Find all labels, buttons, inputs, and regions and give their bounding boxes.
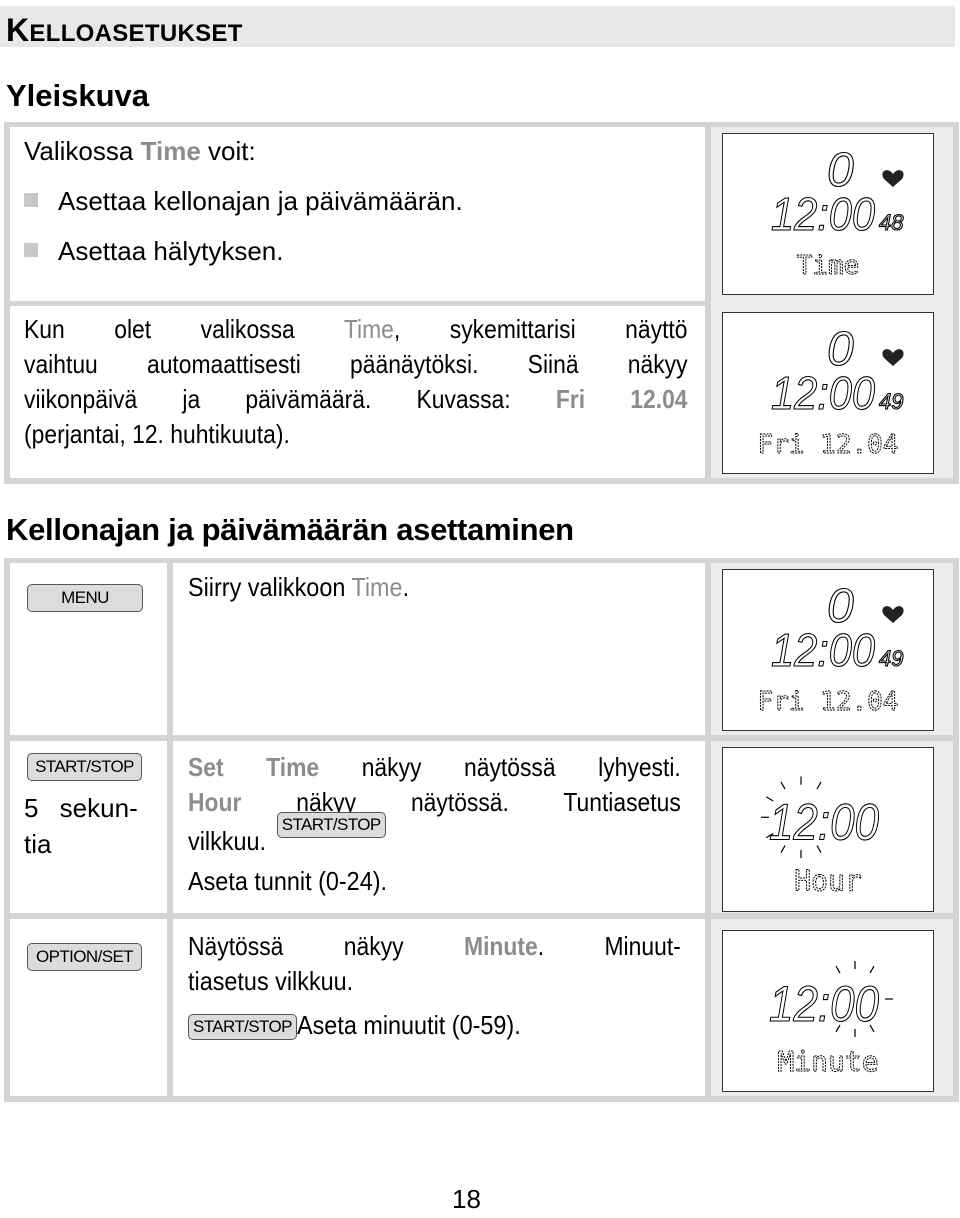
step-text: tiasetus vilkkuu. bbox=[188, 966, 354, 996]
intro-menu-name: Time bbox=[140, 136, 201, 166]
set-time-label: Set Time bbox=[188, 752, 320, 782]
date-example: Fri 12.04 bbox=[555, 384, 688, 414]
key-note-line: tia bbox=[24, 829, 52, 859]
chapter-title-initial: K bbox=[6, 12, 30, 48]
option-set-button[interactable]: OPTION/SET bbox=[27, 943, 142, 971]
lcd-graphic: 12:00 Minute bbox=[768, 961, 893, 1079]
heart-icon bbox=[882, 349, 904, 366]
step-3-line-3: START/STOP Aseta minuutit (0-59). bbox=[188, 1008, 545, 1043]
blink-ray bbox=[780, 781, 786, 790]
overview-heading: Yleiskuva bbox=[6, 78, 150, 113]
step-3-line-1: Näytössä näkyy Minute. Minuut- bbox=[188, 929, 681, 964]
heart-icon bbox=[882, 606, 904, 623]
page-number: 18 bbox=[452, 1184, 481, 1214]
lcd-time: 12:00 bbox=[771, 624, 875, 676]
blink-ray bbox=[835, 965, 841, 974]
lcd-time: 12:00 bbox=[771, 188, 875, 240]
lcd-display-hour: 12:00 Hour bbox=[722, 747, 934, 912]
lcd-label: Time bbox=[797, 251, 860, 281]
step-text: näkyy näytössä lyhyesti. bbox=[319, 752, 681, 782]
lcd-label: Minute bbox=[777, 1045, 878, 1078]
step-2-line-4: Aseta tunnit (0-24). bbox=[188, 864, 387, 899]
para-text: Kun olet valikossa bbox=[24, 314, 344, 344]
lcd-graphic: 012:00 49Fri 12.04 bbox=[757, 322, 904, 460]
para-text: (perjantai, 12. huhtikuuta). bbox=[24, 419, 290, 449]
lcd-time: 12:00 bbox=[771, 367, 875, 419]
lcd-graphic: 012:00 48Time bbox=[770, 143, 904, 281]
step-1-text: Siirry valikkoon Time. bbox=[188, 570, 409, 605]
setting-heading: Kellonajan ja päivämäärän asettaminen bbox=[6, 512, 574, 547]
bullet-text: Asettaa kellonajan ja päivämäärän. bbox=[58, 186, 463, 216]
lcd-label: Fri 12.04 bbox=[758, 687, 899, 717]
start-stop-button[interactable]: START/STOP bbox=[27, 753, 142, 781]
lcd-seconds: 48 bbox=[879, 210, 904, 235]
hour-label: Hour bbox=[188, 787, 242, 817]
overview-intro: Valikossa Time voit: bbox=[24, 134, 256, 169]
menu-button[interactable]: MENU bbox=[27, 584, 143, 612]
chapter-title: KELLOASETUKSET bbox=[6, 12, 243, 49]
step-2-key-note: 5 sekun-tia bbox=[24, 790, 138, 862]
paragraph-line: viikonpäivä ja päivämäärä. Kuvassa: Fri … bbox=[24, 382, 688, 417]
step-text: . Minuut- bbox=[537, 931, 681, 961]
minute-label: Minute bbox=[464, 931, 538, 961]
step-3-line-2: tiasetus vilkkuu. bbox=[188, 964, 353, 999]
step-2-line-3: vilkkuu. START/STOP bbox=[188, 812, 386, 859]
bullet-icon bbox=[24, 243, 38, 257]
bullet-item: Asettaa hälytyksen. bbox=[24, 234, 283, 269]
paragraph-line: vaihtuu automaattisesti päänäytöksi. Sii… bbox=[24, 347, 688, 382]
step-text: Aseta tunnit (0-24). bbox=[188, 866, 388, 896]
paragraph-line: (perjantai, 12. huhtikuuta). bbox=[24, 417, 290, 452]
bullet-text: Asettaa hälytyksen. bbox=[58, 236, 284, 266]
lcd-seconds: 49 bbox=[879, 389, 903, 414]
step-2-line-1: Set Time näkyy näytössä lyhyesti. bbox=[188, 750, 681, 785]
step-text: vilkkuu. bbox=[188, 826, 267, 856]
lcd-graphic: 12:00 Hour bbox=[761, 776, 880, 898]
lcd-display-date: 0 12:00 49 Fri 12.04 bbox=[722, 312, 934, 474]
step-2-line-2: Hour näkyy näytössä. Tuntiasetus bbox=[188, 785, 681, 820]
lcd-display-step-1: 0 12:00 49 Fri 12.04 bbox=[722, 569, 934, 731]
lcd-label: Hour bbox=[794, 864, 861, 897]
start-stop-inline-key[interactable]: START/STOP bbox=[276, 812, 386, 838]
lcd-time: 12:00 bbox=[769, 976, 879, 1032]
bullet-icon bbox=[24, 193, 38, 207]
step-text: Aseta minuutit (0-59). bbox=[296, 1010, 521, 1040]
paragraph-line: Kun olet valikossa Time, sykemittarisi n… bbox=[24, 312, 688, 347]
chapter-header-bar: KELLOASETUKSET bbox=[0, 6, 955, 49]
intro-text: Valikossa bbox=[24, 136, 141, 166]
step-text: Näytössä näkyy bbox=[188, 931, 465, 961]
lcd-display-minute: 12:00 Minute bbox=[722, 930, 934, 1092]
start-stop-inline-key[interactable]: START/STOP bbox=[188, 1014, 297, 1040]
para-text: , sykemittarisi näyttö bbox=[393, 314, 688, 344]
para-text: viikonpäivä ja päivämäärä. Kuvassa: bbox=[24, 384, 556, 414]
lcd-display-time: 0 12:00 48 Time bbox=[722, 133, 934, 295]
lcd-label: Fri 12.04 bbox=[758, 430, 899, 460]
step-text: . bbox=[402, 572, 410, 602]
chapter-title-rest: ELLOASETUKSET bbox=[29, 20, 243, 47]
step-text: Siirry valikkoon bbox=[188, 572, 352, 602]
heart-icon bbox=[882, 170, 904, 187]
lcd-time: 12:00 bbox=[769, 793, 879, 851]
lcd-seconds: 49 bbox=[879, 646, 903, 671]
intro-text-suffix: voit: bbox=[200, 136, 256, 166]
menu-name-time: Time bbox=[343, 314, 394, 344]
blink-ray bbox=[816, 781, 822, 790]
menu-name-time: Time bbox=[351, 572, 403, 602]
key-note-line: 5 sekun- bbox=[24, 793, 138, 823]
lcd-graphic: 012:00 49Fri 12.04 bbox=[757, 579, 904, 717]
bullet-item: Asettaa kellonajan ja päivämäärän. bbox=[24, 184, 463, 219]
blink-ray bbox=[869, 965, 875, 974]
para-text: vaihtuu automaattisesti päänäytöksi. Sii… bbox=[24, 349, 688, 379]
